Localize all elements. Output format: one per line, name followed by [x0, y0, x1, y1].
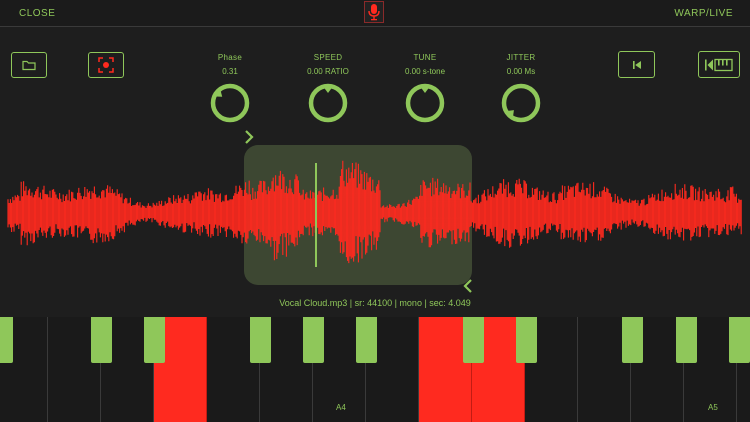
playhead[interactable] [315, 163, 317, 267]
knob-pointer [322, 85, 334, 93]
knob-label: JITTER [506, 53, 536, 62]
knob-pointer [504, 110, 514, 120]
waveform-trace [7, 160, 742, 264]
app-window: CLOSE WARP/LIVE Phase 0.31 SPEED 0.00 RA… [0, 0, 750, 422]
knob-label: TUNE [413, 53, 437, 62]
knob-value: 0.31 [222, 67, 238, 76]
waveform-display[interactable] [0, 140, 750, 290]
focus-capture-icon [98, 57, 114, 73]
black-key[interactable] [516, 317, 537, 363]
capture-button[interactable] [88, 52, 124, 78]
close-button[interactable]: CLOSE [19, 8, 55, 19]
microphone-icon [368, 4, 380, 21]
record-button[interactable] [364, 1, 384, 23]
open-file-button[interactable] [11, 52, 47, 78]
file-info: Vocal Cloud.mp3 | sr: 44100 | mono | sec… [279, 298, 471, 308]
knob-value: 0.00 RATIO [307, 67, 349, 76]
black-key[interactable] [622, 317, 643, 363]
dial-icon[interactable] [402, 80, 448, 126]
dial-icon[interactable] [207, 80, 253, 126]
knob-jitter[interactable]: JITTER 0.00 Ms [481, 53, 561, 126]
folder-icon [22, 60, 36, 71]
black-key[interactable] [91, 317, 112, 363]
black-key[interactable] [676, 317, 697, 363]
dial-icon[interactable] [498, 80, 544, 126]
knob-speed[interactable]: SPEED 0.00 RATIO [288, 53, 368, 126]
note-label: A5 [708, 403, 718, 412]
knob-label: Phase [217, 53, 243, 62]
knob-value: 0.00 Ms [506, 67, 536, 76]
knob-pointer [419, 85, 431, 93]
warp-live-button[interactable]: WARP/LIVE [674, 8, 733, 19]
black-key[interactable] [144, 317, 165, 363]
top-bar: CLOSE WARP/LIVE [0, 0, 750, 27]
knob-phase[interactable]: Phase 0.31 [190, 53, 270, 126]
black-key[interactable] [729, 317, 750, 363]
keyboard-toggle-button[interactable] [698, 51, 740, 78]
note-label: A4 [336, 403, 346, 412]
black-key[interactable] [356, 317, 377, 363]
black-key[interactable] [303, 317, 324, 363]
piano-keyboard[interactable]: A4 A5 [0, 317, 750, 422]
black-key[interactable] [250, 317, 271, 363]
knob-label: SPEED [313, 53, 343, 62]
skip-to-start-icon [632, 60, 641, 69]
knob-value: 0.00 s-tone [404, 67, 446, 76]
knob-tune[interactable]: TUNE 0.00 s-tone [385, 53, 465, 126]
black-key[interactable] [463, 317, 484, 363]
black-key[interactable] [0, 317, 13, 363]
dial-icon[interactable] [305, 80, 351, 126]
skip-to-start-button[interactable] [618, 51, 655, 78]
keyboard-icon [705, 58, 733, 71]
